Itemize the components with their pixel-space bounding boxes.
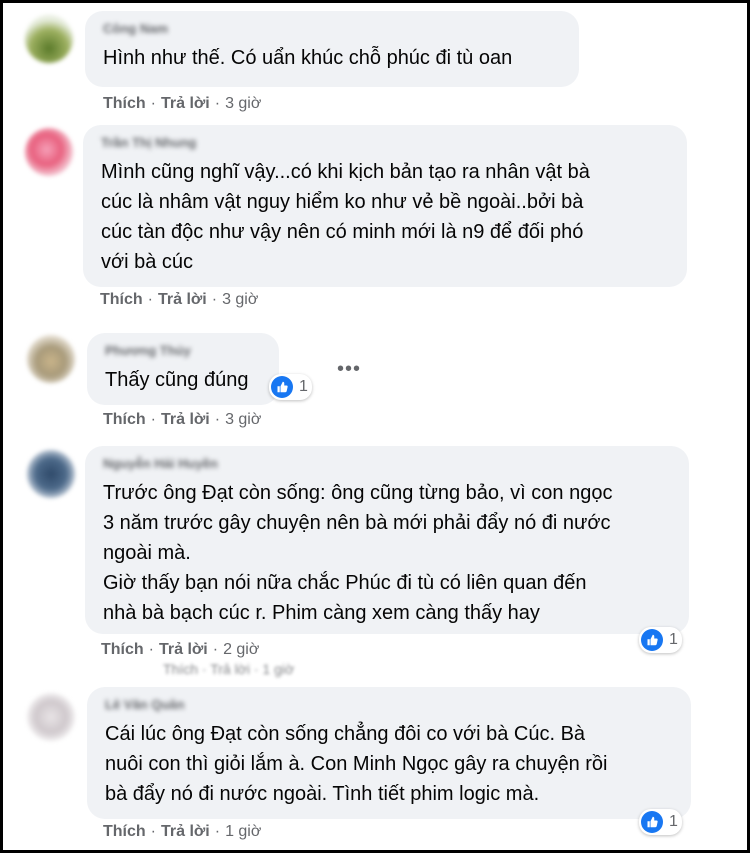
comment-actions: Thích · Trả lời · 2 giờ: [101, 641, 259, 659]
reaction-count: 1: [669, 813, 678, 830]
like-reaction-count[interactable]: 1: [639, 809, 682, 835]
like-button[interactable]: Thích: [101, 641, 144, 658]
comment-author[interactable]: Công Nam: [103, 21, 563, 37]
separator: ·: [150, 823, 156, 840]
avatar[interactable]: [25, 128, 73, 176]
comment-bubble: Nguyễn Hải Huyền Trước ông Đạt còn sống:…: [85, 446, 689, 634]
separator: ·: [150, 95, 156, 112]
reply-button[interactable]: Trả lời: [158, 291, 207, 308]
reply-button[interactable]: Trả lời: [159, 641, 208, 658]
comment-text: Trước ông Đạt còn sống: ông cũng từng bả…: [103, 482, 613, 624]
separator: ·: [150, 411, 156, 428]
like-button[interactable]: Thích: [103, 95, 146, 112]
separator: ·: [148, 641, 154, 658]
like-button[interactable]: Thích: [103, 823, 146, 840]
like-reaction-count[interactable]: 1: [269, 374, 312, 400]
comment-actions: Thích · Trả lời · 3 giờ: [100, 291, 258, 309]
avatar[interactable]: [27, 335, 75, 383]
comment-author[interactable]: Lê Văn Quân: [105, 697, 675, 713]
comment-bubble: Trần Thị Nhung Mình cũng nghĩ vậy...có k…: [83, 125, 687, 287]
reply-button[interactable]: Trả lời: [161, 95, 210, 112]
like-button[interactable]: Thích: [100, 291, 143, 308]
thumbs-up-icon: [271, 376, 293, 398]
comment-thread: Công Nam Hình như thế. Có uẩn khúc chỗ p…: [0, 0, 750, 853]
comment-bubble: Phương Thúy Thấy cũng đúng: [87, 333, 279, 405]
reaction-count: 1: [669, 631, 678, 648]
separator: ·: [212, 641, 219, 658]
thumbs-up-icon: [641, 811, 663, 833]
overlapping-actions: Thích · Trả lời · 1 giờ: [163, 661, 295, 677]
reply-button[interactable]: Trả lời: [161, 411, 210, 428]
avatar[interactable]: [27, 693, 75, 741]
comment-author[interactable]: Phương Thúy: [105, 343, 263, 359]
timestamp[interactable]: 3 giờ: [225, 411, 261, 428]
comment-text: Cái lúc ông Đạt còn sống chẳng đôi co vớ…: [105, 723, 608, 805]
comment-actions: Thích · Trả lời · 1 giờ: [103, 823, 261, 841]
separator: ·: [214, 823, 221, 840]
comment-text: Thấy cũng đúng: [105, 369, 249, 391]
comment-author[interactable]: Trần Thị Nhung: [101, 135, 671, 151]
like-reaction-count[interactable]: 1: [639, 627, 682, 653]
timestamp[interactable]: 1 giờ: [225, 823, 261, 840]
timestamp[interactable]: 3 giờ: [222, 291, 258, 308]
comment-text: Mình cũng nghĩ vậy...có khi kịch bản tạo…: [101, 161, 590, 273]
reaction-count: 1: [299, 378, 308, 395]
separator: ·: [214, 95, 221, 112]
separator: ·: [211, 291, 218, 308]
separator: ·: [214, 411, 221, 428]
separator: ·: [147, 291, 153, 308]
comment-bubble: Lê Văn Quân Cái lúc ông Đạt còn sống chẳ…: [87, 687, 691, 819]
like-button[interactable]: Thích: [103, 411, 146, 428]
comment-actions: Thích · Trả lời · 3 giờ: [103, 95, 261, 113]
avatar[interactable]: [25, 15, 73, 63]
ellipsis-icon[interactable]: •••: [337, 359, 361, 379]
comment-text: Hình như thế. Có uẩn khúc chỗ phúc đi tù…: [103, 47, 513, 69]
comment-actions: Thích · Trả lời · 3 giờ: [103, 411, 261, 429]
avatar[interactable]: [27, 450, 75, 498]
comment-bubble: Công Nam Hình như thế. Có uẩn khúc chỗ p…: [85, 11, 579, 87]
reply-button[interactable]: Trả lời: [161, 823, 210, 840]
comment-author[interactable]: Nguyễn Hải Huyền: [103, 456, 673, 472]
timestamp[interactable]: 3 giờ: [225, 95, 261, 112]
thumbs-up-icon: [641, 629, 663, 651]
timestamp[interactable]: 2 giờ: [223, 641, 259, 658]
